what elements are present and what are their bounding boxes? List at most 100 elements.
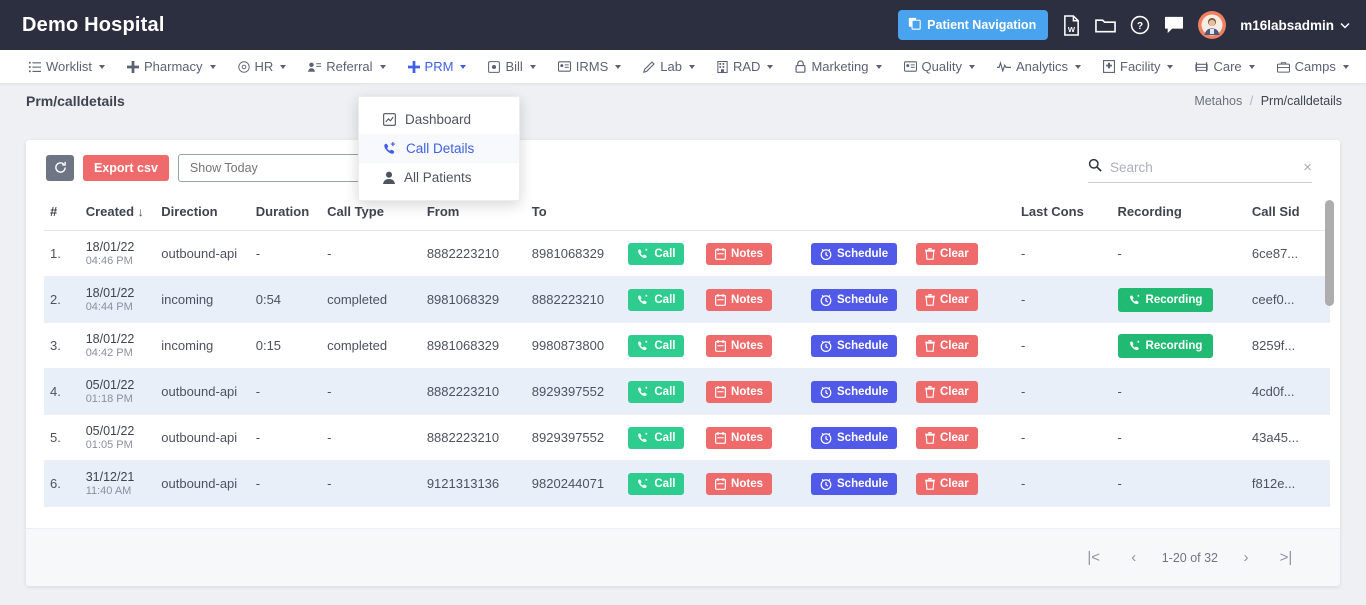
schedule-button[interactable]: Schedule [811,426,898,449]
column-header-action [622,195,701,231]
recording-button[interactable]: Recording [1117,333,1214,358]
column-header-call-sid[interactable]: Call Sid [1245,195,1330,231]
help-circle-icon[interactable]: ? [1130,15,1150,35]
cell-clear-action: Clear [909,230,1015,277]
user-menu[interactable]: m16labsadmin [1240,18,1350,33]
created-time: 11:40 AM [85,485,132,497]
nav-item-hr[interactable]: HR [227,50,298,84]
patient-navigation-button[interactable]: Patient Navigation [898,10,1049,40]
nav-item-label: Worklist [46,59,92,74]
refresh-button[interactable] [46,154,74,181]
clear-button[interactable]: Clear [915,334,978,357]
clear-search-icon[interactable]: × [1303,160,1312,175]
nav-item-pharmacy[interactable]: Pharmacy [116,50,227,84]
column-header-recording[interactable]: Recording [1111,195,1246,231]
nav-item-lab[interactable]: Lab [632,50,706,84]
nav-item-bill[interactable]: Bill [477,50,546,84]
nav-item-analytics[interactable]: Analytics [986,50,1092,84]
schedule-button[interactable]: Schedule [811,472,898,495]
cell-call-sid: 8259f... [1245,322,1330,369]
cell-index: 4. [44,368,80,415]
column-header-[interactable]: # [44,195,80,231]
column-header-action [909,195,1015,231]
phone-icon [637,294,649,306]
last-page-button[interactable]: >| [1266,541,1306,575]
notes-button[interactable]: Notes [706,426,772,449]
column-header-duration[interactable]: Duration [249,195,322,231]
clear-button[interactable]: Clear [915,288,978,311]
notes-button[interactable]: Notes [706,334,772,357]
schedule-button[interactable]: Schedule [811,242,898,265]
nav-item-irms[interactable]: IRMS [547,50,633,84]
main-navigation-bar: Worklist Pharmacy HR Referral PRM Bill IRMS Lab… [0,50,1366,84]
schedule-button[interactable]: Schedule [811,380,898,403]
nav-item-referral[interactable]: Referral [297,50,396,84]
clear-button[interactable]: Clear [915,426,978,449]
notes-button[interactable]: Notes [706,380,772,403]
column-header-to[interactable]: To [525,195,623,231]
dropdown-item-all-patients[interactable]: All Patients [359,163,519,192]
word-doc-icon[interactable]: W [1062,14,1081,36]
nav-item-rad[interactable]: RAD [706,50,784,84]
table-footer-pagination: |< ‹ 1-20 of 32 › >| [26,528,1340,586]
call-button[interactable]: Call [628,242,685,265]
notes-button-label: Notes [731,385,763,398]
chat-bubble-icon[interactable] [1164,16,1184,34]
nav-item-facility[interactable]: Facility [1092,50,1184,84]
table-row[interactable]: 1. 18/01/22 04:46 PM outbound-api - -88822232… [44,230,1330,277]
nav-item-marketing[interactable]: Marketing [784,50,892,84]
nav-item-quality[interactable]: Quality [893,50,986,84]
column-header-last-cons[interactable]: Last Cons [1014,195,1112,231]
column-header-label: Last Cons [1020,204,1084,219]
scrollbar-thumb[interactable] [1325,200,1334,306]
nav-item-camps[interactable]: Camps [1266,50,1360,84]
column-header-label: Call Sid [1251,204,1300,219]
table-vertical-scrollbar[interactable] [1325,199,1334,525]
recording-button[interactable]: Recording [1117,287,1214,312]
cell-schedule-action: Schedule [805,414,910,461]
call-button[interactable]: Call [628,472,685,495]
nav-item-label: Lab [660,59,682,74]
notes-button[interactable]: Notes [706,472,772,495]
nav-item-worklist[interactable]: Worklist [18,50,116,84]
nav-item-prm[interactable]: PRM [397,50,478,84]
first-page-button[interactable]: |< [1074,541,1114,575]
table-row[interactable]: 5. 05/01/22 01:05 PM outbound-api - -88822232… [44,414,1330,461]
column-header-created[interactable]: Created ↓ [79,195,156,231]
trash-icon [924,247,935,260]
clear-button[interactable]: Clear [915,472,978,495]
dropdown-item-call-details[interactable]: Call Details [359,134,519,163]
clear-button[interactable]: Clear [915,242,978,265]
cell-from: 8981068329 [420,276,526,323]
dropdown-item-dashboard[interactable]: Dashboard [359,105,519,134]
table-row[interactable]: 2. 18/01/22 04:44 PM incoming 0:54 completed 8… [44,276,1330,323]
breadcrumb-root[interactable]: Metahos [1194,94,1242,108]
notes-button[interactable]: Notes [706,288,772,311]
show-today-input[interactable] [177,153,363,182]
table-row[interactable]: 6. 31/12/21 11:40 AM outbound-api - -91213131… [44,460,1330,507]
created-date: 18/01/22 [85,286,135,300]
nav-item-care[interactable]: Care [1184,50,1265,84]
export-csv-button[interactable]: Export csv [83,154,169,181]
building-icon [717,60,728,73]
schedule-button[interactable]: Schedule [811,334,898,357]
call-button[interactable]: Call [628,380,685,403]
folder-icon[interactable] [1095,16,1117,34]
notes-button[interactable]: Notes [706,242,772,265]
schedule-button[interactable]: Schedule [811,288,898,311]
trash-icon [924,431,935,444]
call-button[interactable]: Call [628,334,685,357]
column-header-direction[interactable]: Direction [155,195,250,231]
table-row[interactable]: 3. 18/01/22 04:42 PM incoming 0:15 completed 8… [44,322,1330,369]
chevron-down-icon [379,64,386,69]
cell-call-action: Call [622,414,701,461]
chevron-down-icon [767,64,774,69]
clear-button[interactable]: Clear [915,380,978,403]
search-input[interactable] [1110,160,1296,175]
table-row[interactable]: 4. 05/01/22 01:18 PM outbound-api - -88822232… [44,368,1330,415]
next-page-button[interactable]: › [1226,541,1266,575]
call-button[interactable]: Call [628,426,685,449]
previous-page-button[interactable]: ‹ [1114,541,1154,575]
call-button[interactable]: Call [628,288,685,311]
avatar[interactable] [1198,11,1227,39]
